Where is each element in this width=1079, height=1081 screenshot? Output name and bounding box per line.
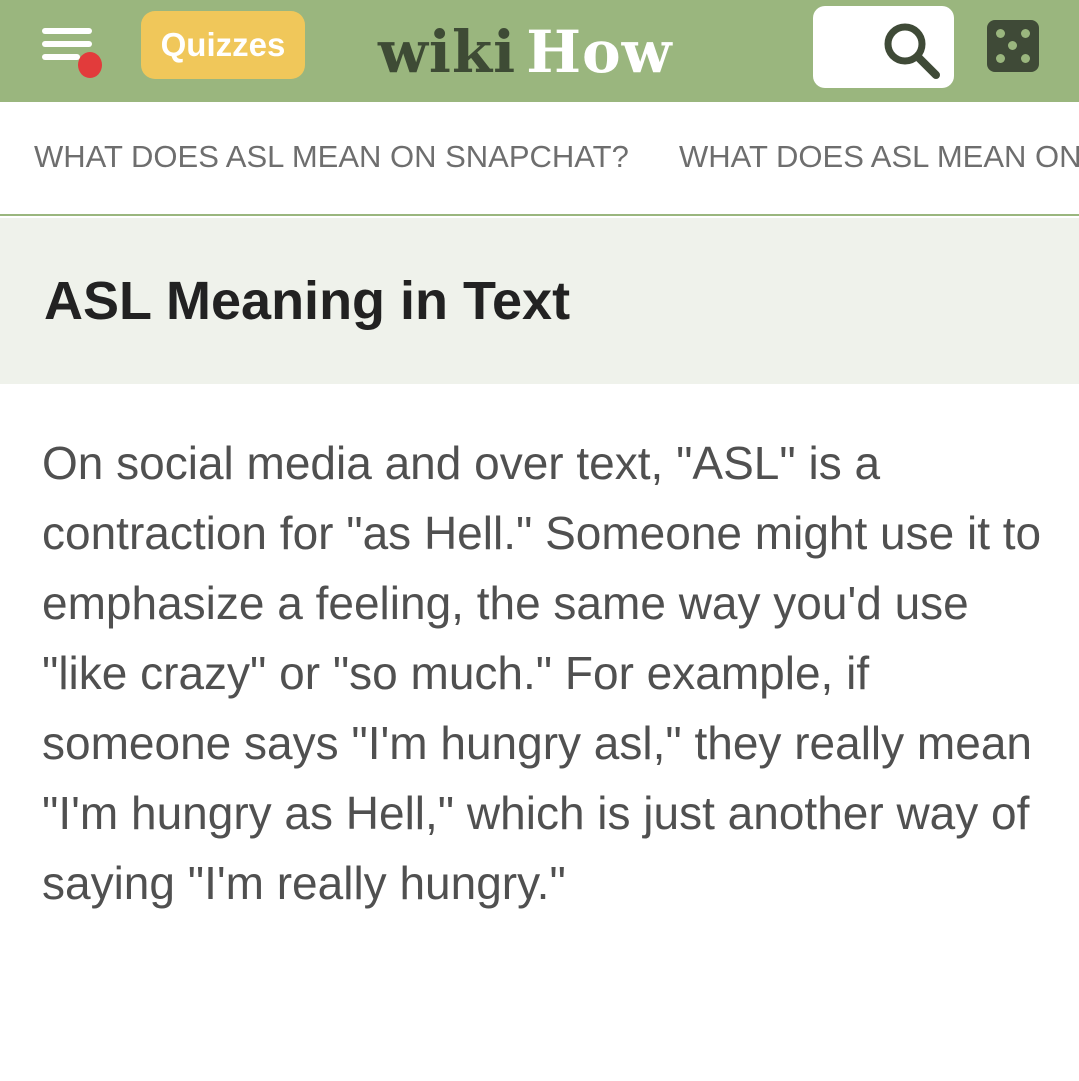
section-nav-item[interactable]: WHAT DOES ASL MEAN ON SNAPCHAT? <box>34 139 629 175</box>
hamburger-menu-line <box>42 54 80 60</box>
menu-button[interactable] <box>38 24 102 80</box>
search-icon <box>884 23 940 79</box>
section-nav: WHAT DOES ASL MEAN ON SNAPCHAT? WHAT DOE… <box>0 102 1079 216</box>
random-article-button[interactable] <box>987 20 1039 72</box>
logo-wiki-text: wiki <box>378 18 517 86</box>
logo-how-text: How <box>526 18 673 86</box>
notification-dot <box>78 52 102 78</box>
hamburger-menu-icon <box>42 28 92 34</box>
search-button[interactable] <box>813 6 954 88</box>
section-body-text: On social media and over text, "ASL" is … <box>42 437 1042 909</box>
section-nav-item[interactable]: WHAT DOES ASL MEAN ON <box>679 139 1079 175</box>
section-title: ASL Meaning in Text <box>44 271 571 331</box>
hamburger-menu-line <box>42 41 92 47</box>
top-bar: Quizzes wiki How <box>0 0 1079 102</box>
wikihow-logo[interactable]: wiki How <box>378 18 673 86</box>
quizzes-button[interactable]: Quizzes <box>141 11 305 79</box>
